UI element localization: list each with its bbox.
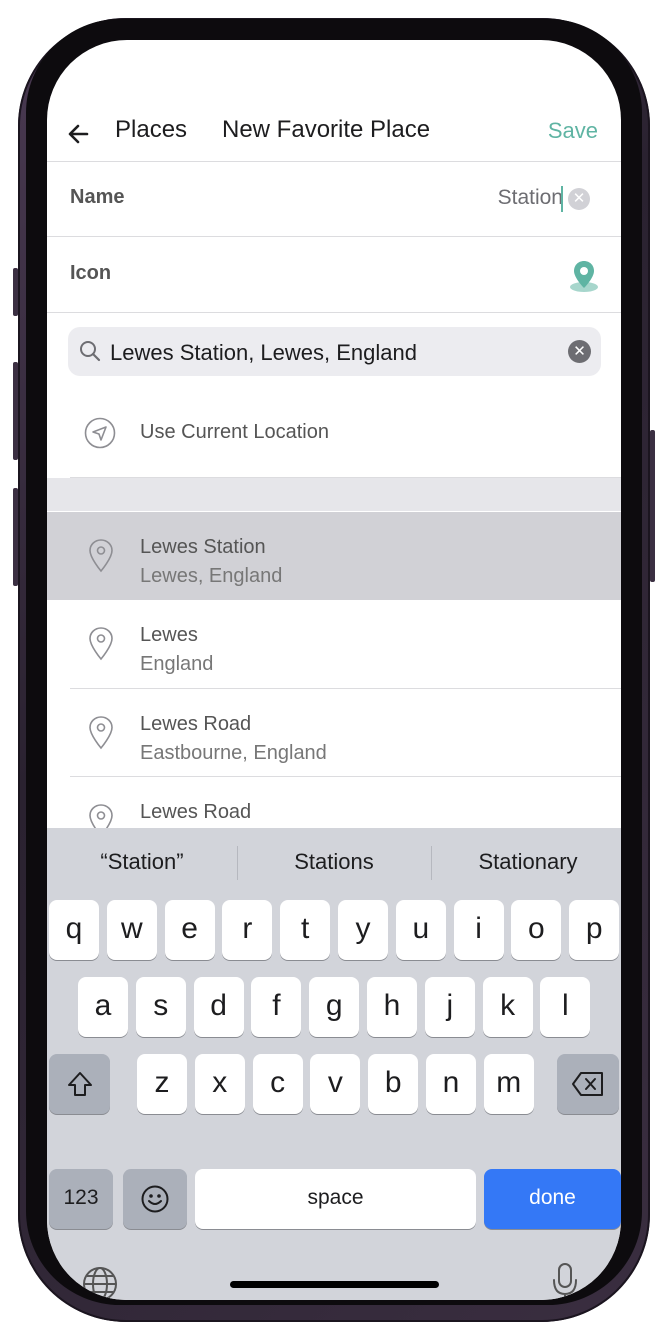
key-a[interactable]: a [78,977,128,1037]
key-u[interactable]: u [395,900,446,960]
back-arrow-icon[interactable] [65,120,93,148]
key-v[interactable]: v [310,1054,361,1114]
key-b[interactable]: b [368,1054,419,1114]
result-title: Lewes [140,624,198,646]
key-d[interactable]: d [193,977,244,1037]
result-title: Lewes Station [140,536,266,558]
key-n[interactable]: n [426,1054,476,1114]
key-e[interactable]: e [164,900,215,960]
key-c[interactable]: c [252,1054,303,1114]
clear-name-icon[interactable]: ✕ [568,188,590,210]
map-pin-icon [89,539,113,573]
search-result-row[interactable]: Lewes England [47,600,621,688]
shift-key[interactable] [49,1054,110,1114]
home-indicator[interactable] [230,1281,439,1288]
key-t[interactable]: t [280,900,331,960]
search-input[interactable]: Lewes Station, Lewes, England [110,340,417,366]
done-key[interactable]: done [484,1169,621,1229]
page-title: New Favorite Place [222,116,431,143]
key-x[interactable]: x [194,1054,245,1114]
suggestion-3[interactable]: Stationary [433,828,621,896]
icon-label: Icon [70,262,112,284]
search-result-row[interactable]: Lewes Station Lewes, England [47,512,621,600]
keyboard: “Station” Stations Stationary qwertyuiop… [47,828,621,1300]
key-h[interactable]: h [367,977,417,1037]
emoji-key[interactable] [123,1169,187,1229]
map-pin-icon[interactable] [568,259,600,293]
suggestion-1[interactable]: “Station” [47,828,237,896]
divider [47,161,621,162]
key-q[interactable]: q [49,900,99,960]
shift-icon [67,1072,92,1096]
location-search-field[interactable]: Lewes Station, Lewes, England ✕ [68,327,601,376]
divider [47,236,621,237]
volume-down-button [13,488,18,586]
section-gap [47,478,621,511]
result-subtitle: Eastbourne, England [140,742,327,764]
key-k[interactable]: k [482,977,533,1037]
name-field[interactable]: Station [498,186,563,210]
backspace-icon [572,1072,603,1096]
location-arrow-icon [84,417,116,449]
map-pin-icon [89,627,113,661]
screen: Places New Favorite Place Save Name Stat… [47,40,621,1300]
key-j[interactable]: j [424,977,475,1037]
divider [47,312,621,313]
divider [237,846,238,880]
suggestion-2[interactable]: Stations [239,828,429,896]
key-p[interactable]: p [569,900,620,960]
key-r[interactable]: r [222,900,273,960]
numbers-key[interactable]: 123 [49,1169,113,1229]
result-title: Lewes Road [140,713,252,735]
back-places-link[interactable]: Places [115,116,187,144]
key-y[interactable]: y [338,900,388,960]
search-icon [80,341,101,362]
key-w[interactable]: w [106,900,157,960]
emoji-icon [141,1185,169,1213]
search-result-row[interactable]: Lewes Road Eastbourne, England [47,689,621,777]
result-subtitle: England [140,653,214,675]
name-label: Name [70,186,125,208]
globe-icon[interactable] [81,1265,119,1300]
navigation-bar: Places New Favorite Place Save [47,110,621,162]
divider [431,846,432,880]
delete-key[interactable] [557,1054,619,1114]
volume-up-button [13,362,18,460]
action-button [13,268,18,316]
microphone-icon[interactable] [550,1262,580,1300]
key-f[interactable]: f [251,977,302,1037]
result-title: Lewes Road [140,801,252,823]
space-key[interactable]: space [195,1169,476,1229]
key-g[interactable]: g [309,977,360,1037]
key-m[interactable]: m [483,1054,534,1114]
key-i[interactable]: i [453,900,504,960]
key-z[interactable]: z [137,1054,187,1114]
text-caret [561,186,563,212]
map-pin-icon [89,716,113,750]
key-o[interactable]: o [511,900,562,960]
power-button [650,430,655,582]
use-current-location-button[interactable]: Use Current Location [140,421,329,444]
key-l[interactable]: l [540,977,591,1037]
result-subtitle: Lewes, England [140,565,283,587]
clear-search-icon[interactable]: ✕ [568,340,591,363]
save-button[interactable]: Save [548,118,598,144]
key-s[interactable]: s [135,977,186,1037]
